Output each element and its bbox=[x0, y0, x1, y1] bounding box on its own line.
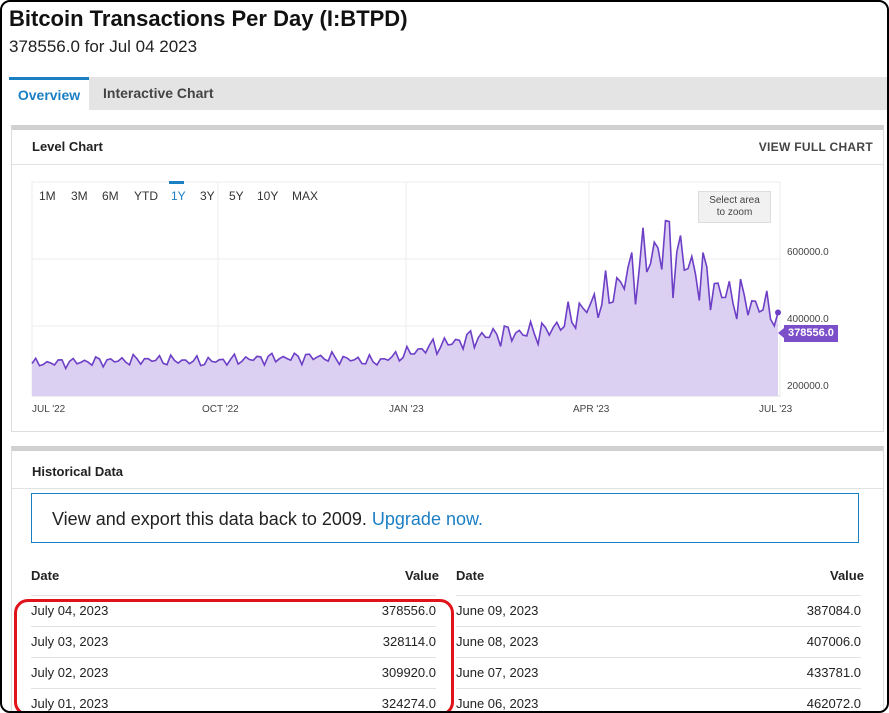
row-date: June 07, 2023 bbox=[456, 665, 539, 680]
page-frame: Bitcoin Transactions Per Day (I:BTPD) 37… bbox=[0, 0, 889, 713]
left-value-header: Value bbox=[405, 568, 439, 583]
table-row: June 09, 2023 387084.0 bbox=[456, 595, 861, 627]
zoom-hint-line2: to zoom bbox=[716, 207, 753, 218]
row-value: 433781.0 bbox=[806, 665, 861, 680]
range-ytd[interactable]: YTD bbox=[134, 189, 158, 203]
range-6m[interactable]: 6M bbox=[102, 189, 119, 203]
x-tick-label: JUL '23 bbox=[759, 404, 793, 415]
panel-divider bbox=[12, 488, 883, 489]
x-tick-label: OCT '22 bbox=[202, 404, 239, 415]
x-tick-label: JAN '23 bbox=[389, 404, 424, 415]
page-title: Bitcoin Transactions Per Day (I:BTPD) bbox=[9, 6, 408, 31]
range-1y[interactable]: 1Y bbox=[171, 189, 186, 203]
range-10y[interactable]: 10Y bbox=[257, 189, 278, 203]
x-tick-label: JUL '22 bbox=[32, 404, 66, 415]
level-chart-panel: Level Chart VIEW FULL CHART bbox=[11, 125, 884, 432]
level-chart-heading: Level Chart bbox=[32, 139, 103, 154]
y-tick-label: 400000.0 bbox=[787, 314, 829, 325]
range-3m[interactable]: 3M bbox=[71, 189, 88, 203]
selected-range-indicator bbox=[169, 181, 184, 184]
table-row: June 08, 2023 407006.0 bbox=[456, 626, 861, 658]
tab-overview[interactable]: Overview bbox=[9, 77, 89, 110]
upgrade-banner-text: View and export this data back to 2009. bbox=[52, 509, 367, 529]
row-value: 407006.0 bbox=[806, 634, 861, 649]
latest-value-subtitle: 378556.0 for Jul 04 2023 bbox=[9, 37, 198, 56]
zoom-hint-line1: Select area bbox=[709, 195, 760, 206]
upgrade-banner: View and export this data back to 2009. … bbox=[31, 493, 859, 543]
range-1m[interactable]: 1M bbox=[39, 189, 56, 203]
zoom-hint: Select area to zoom bbox=[698, 191, 771, 223]
right-date-header: Date bbox=[456, 568, 485, 583]
row-date: June 06, 2023 bbox=[456, 696, 539, 711]
historical-data-heading: Historical Data bbox=[32, 464, 124, 479]
tab-interactive-chart[interactable]: Interactive Chart bbox=[103, 77, 213, 110]
row-date: June 08, 2023 bbox=[456, 634, 539, 649]
right-value-header: Value bbox=[830, 568, 864, 583]
table-row: June 07, 2023 433781.0 bbox=[456, 657, 861, 689]
range-3y[interactable]: 3Y bbox=[200, 189, 215, 203]
y-tick-label: 600000.0 bbox=[787, 247, 829, 258]
range-max[interactable]: MAX bbox=[292, 189, 318, 203]
range-5y[interactable]: 5Y bbox=[229, 189, 244, 203]
row-value: 387084.0 bbox=[806, 603, 861, 618]
panel-divider bbox=[12, 164, 883, 165]
x-tick-label: APR '23 bbox=[573, 404, 610, 415]
row-value: 462072.0 bbox=[806, 696, 861, 711]
y-tick-label: 200000.0 bbox=[787, 381, 829, 392]
table-row: June 06, 2023 462072.0 bbox=[456, 688, 861, 711]
current-value-callout: 378556.0 bbox=[778, 325, 838, 342]
highlight-annotation bbox=[14, 599, 454, 711]
left-date-header: Date bbox=[31, 568, 60, 583]
view-full-chart-link[interactable]: VIEW FULL CHART bbox=[759, 140, 873, 154]
row-date: June 09, 2023 bbox=[456, 603, 539, 618]
tab-bar: Overview Interactive Chart bbox=[9, 77, 887, 110]
upgrade-now-link[interactable]: Upgrade now. bbox=[372, 509, 483, 529]
